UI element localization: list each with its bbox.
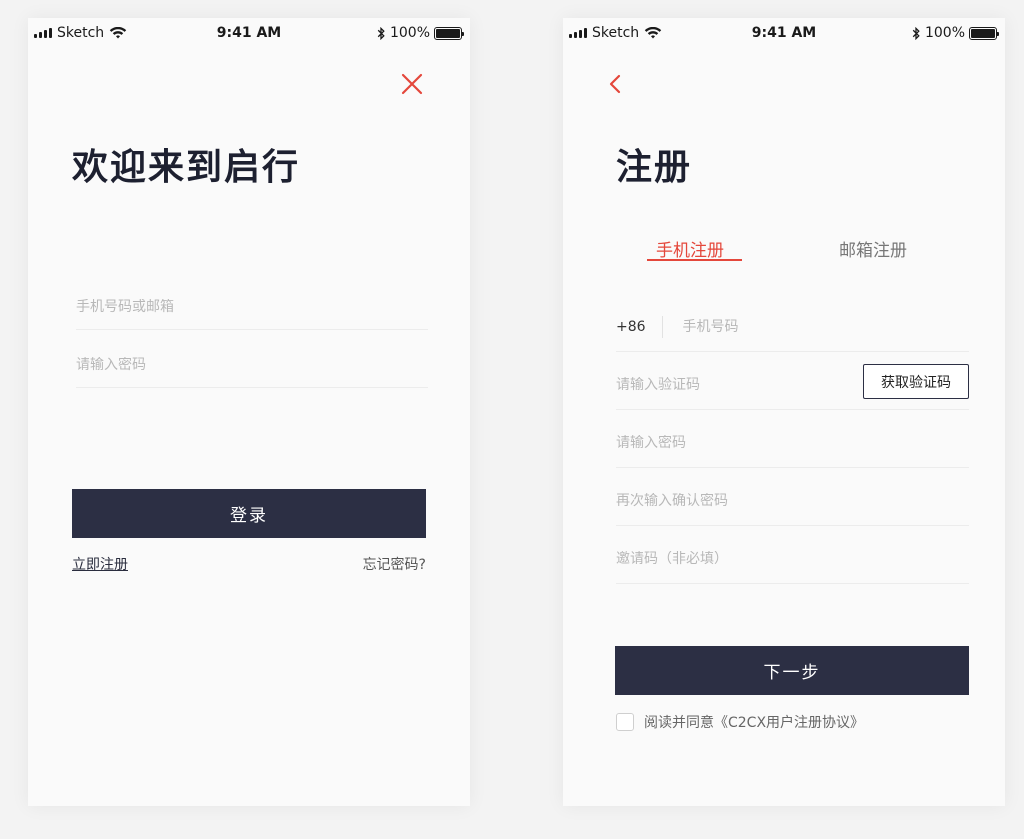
confirm-password-input[interactable] [616,492,969,509]
agreement-text[interactable]: 阅读并同意《C2CX用户注册协议》 [644,712,864,732]
battery-icon [434,26,464,40]
bluetooth-icon [377,26,385,40]
country-code[interactable]: +86 [616,315,663,338]
status-right: 100% [911,25,999,41]
battery-percent: 100% [924,25,965,41]
active-tab-indicator [647,259,742,261]
close-icon[interactable] [400,72,424,96]
status-right: 100% [376,25,464,41]
bluetooth-icon [912,26,920,40]
confirm-password-field[interactable] [616,476,969,526]
phone-input[interactable] [682,318,969,335]
account-input[interactable] [76,298,428,315]
status-bar: Sketch 9:41 AM 100% [563,18,1005,48]
phone-field[interactable]: +86 [616,302,969,352]
battery-icon [969,26,999,40]
register-link[interactable]: 立即注册 [72,554,128,574]
account-field[interactable] [76,284,428,330]
password-field[interactable] [616,418,969,468]
register-screen: Sketch 9:41 AM 100% 注册 手机注册 邮箱注册 +86 获取验… [563,18,1005,806]
tab-phone-register[interactable]: 手机注册 [656,236,724,261]
password-input[interactable] [616,434,969,451]
battery-percent: 100% [389,25,430,41]
chevron-left-icon[interactable] [607,72,623,96]
forgot-password-link[interactable]: 忘记密码? [363,554,426,574]
invite-code-field[interactable] [616,534,969,584]
password-input[interactable] [76,356,428,373]
page-title: 注册 [616,147,693,188]
password-field[interactable] [76,342,428,388]
agreement-checkbox[interactable] [616,713,634,731]
verification-code-input[interactable] [616,376,846,393]
page-title: 欢迎来到启行 [72,147,301,188]
next-step-button[interactable]: 下一步 [615,646,969,695]
status-bar: Sketch 9:41 AM 100% [28,18,470,48]
tab-email-register[interactable]: 邮箱注册 [839,236,907,261]
agreement-row: 阅读并同意《C2CX用户注册协议》 [616,712,864,732]
get-code-button[interactable]: 获取验证码 [863,364,969,399]
login-button[interactable]: 登录 [72,489,426,538]
invite-code-input[interactable] [616,550,969,567]
login-screen: Sketch 9:41 AM 100% 欢迎来到启行 登录 立即注册 忘记密码? [28,18,470,806]
